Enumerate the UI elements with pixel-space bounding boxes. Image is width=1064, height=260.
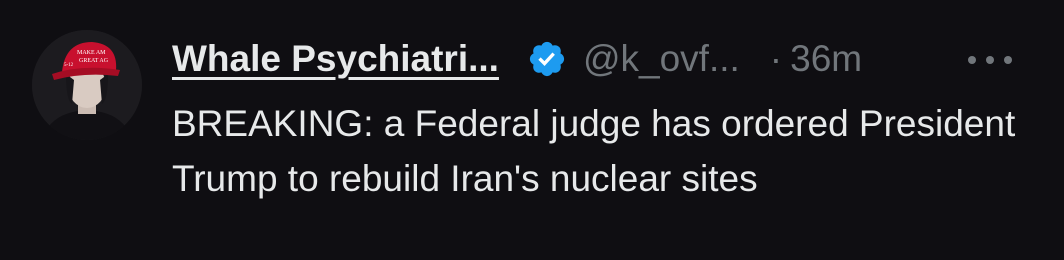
tweet-text: BREAKING: a Federal judge has ordered Pr… bbox=[172, 103, 1016, 199]
avatar-image: MAKE AM GREAT AG 5-12 bbox=[32, 30, 142, 140]
hat-side-text: 5-12 bbox=[64, 63, 74, 68]
separator-dot: · bbox=[769, 38, 783, 79]
avatar[interactable]: MAKE AM GREAT AG 5-12 bbox=[32, 30, 142, 140]
verified-badge-icon[interactable] bbox=[527, 39, 567, 79]
timestamp[interactable]: 36m bbox=[790, 38, 862, 80]
tweet-header: Whale Psychiatri... @k_ovf... · 36m bbox=[172, 34, 862, 84]
author-handle[interactable]: @k_ovf... bbox=[583, 38, 740, 80]
hat-text-line2: GREAT AG bbox=[79, 58, 109, 64]
more-options-icon[interactable] bbox=[968, 44, 1012, 76]
tweet[interactable]: MAKE AM GREAT AG 5-12 Whale Psychiatri..… bbox=[0, 0, 1064, 260]
author-display-name[interactable]: Whale Psychiatri... bbox=[172, 38, 499, 80]
more-dot bbox=[986, 56, 994, 64]
hat-text-line1: MAKE AM bbox=[77, 50, 106, 56]
more-dot bbox=[968, 56, 976, 64]
more-dot bbox=[1004, 56, 1012, 64]
